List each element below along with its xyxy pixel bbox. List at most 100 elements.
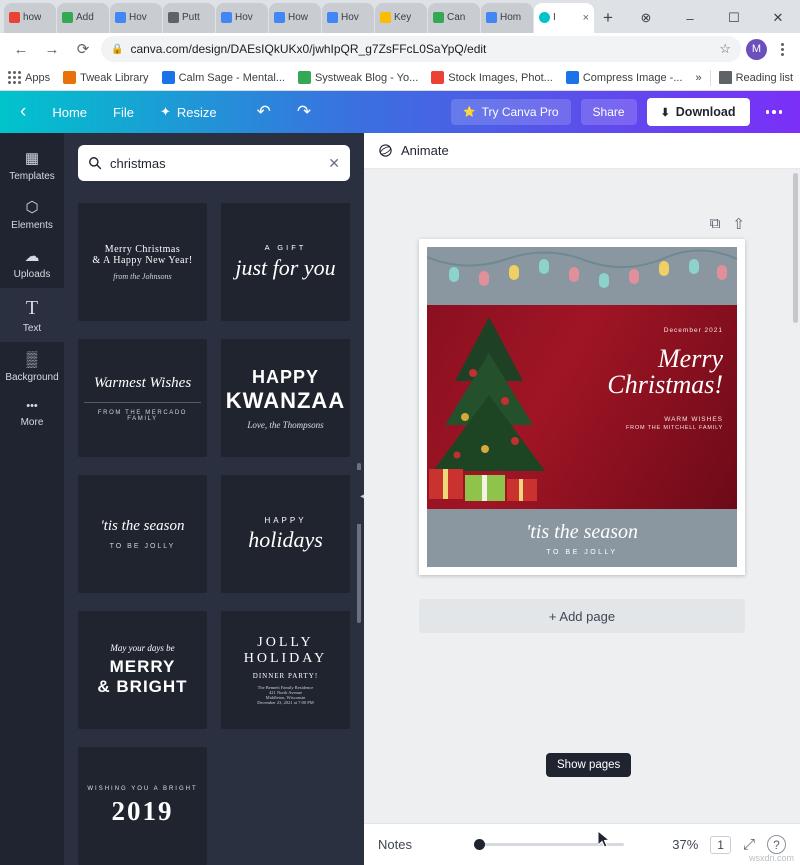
sidebar-item-elements[interactable]: ⬡ Elements bbox=[0, 190, 64, 239]
fullscreen-icon[interactable]: ⤢ bbox=[743, 836, 755, 853]
browser-tab[interactable]: Hov bbox=[322, 2, 374, 33]
back-to-home-icon[interactable]: ‹ bbox=[12, 97, 34, 127]
tab-favicon bbox=[168, 12, 179, 24]
redo-button[interactable]: ↷ bbox=[289, 98, 319, 126]
bookmark-item[interactable]: Calm Sage - Mental... bbox=[161, 71, 285, 85]
bookmark-star-icon[interactable]: ☆ bbox=[719, 41, 731, 57]
text-template-card[interactable]: 'tis the season TO BE JOLLY bbox=[78, 475, 207, 594]
back-button[interactable]: ← bbox=[8, 36, 34, 62]
card-line: from the Johnsons bbox=[113, 271, 172, 281]
share-page-icon[interactable]: ⇧ bbox=[732, 215, 745, 233]
address-bar[interactable]: 🔒 canva.com/design/DAEsIQkUKx0/jwhIpQR_g… bbox=[101, 36, 741, 63]
tab-strip: how Add Hov Putt Hov How Hov Key Can Hom… bbox=[0, 0, 800, 33]
browser-tab[interactable]: Key bbox=[375, 2, 427, 33]
close-window-button[interactable]: ✕ bbox=[756, 2, 800, 34]
record-indicator-icon[interactable]: ⊗ bbox=[624, 2, 668, 34]
sidebar-item-label: Background bbox=[5, 372, 59, 384]
duplicate-page-icon[interactable]: ⧉ bbox=[710, 215, 721, 233]
bookmark-item[interactable]: Systweak Blog - Yo... bbox=[297, 71, 418, 85]
tab-favicon bbox=[327, 12, 338, 24]
design-warm-1: WARM WISHES bbox=[664, 416, 723, 424]
notes-button[interactable]: Notes bbox=[378, 837, 412, 852]
browser-tab-active[interactable]: I × bbox=[534, 2, 594, 33]
browser-menu-button[interactable] bbox=[772, 42, 792, 56]
minimize-button[interactable]: – bbox=[668, 2, 712, 34]
bookmarks-overflow-icon[interactable]: » bbox=[695, 72, 701, 84]
reload-button[interactable]: ⟳ bbox=[70, 36, 96, 62]
text-template-card[interactable]: HAPPY KWANZAA Love, the Thompsons bbox=[221, 339, 350, 458]
clear-search-icon[interactable]: ✕ bbox=[328, 155, 340, 172]
text-template-card[interactable]: A GIFT just for you bbox=[221, 203, 350, 322]
tab-label: Hov bbox=[341, 12, 359, 24]
sidebar-item-more[interactable]: ••• More bbox=[0, 391, 64, 436]
new-tab-button[interactable]: + bbox=[595, 5, 621, 31]
card-line: JOLLY bbox=[257, 635, 314, 651]
editor-toolbar: Animate bbox=[364, 133, 800, 170]
add-page-button[interactable]: + Add page bbox=[419, 599, 745, 634]
text-template-card[interactable]: May your days be MERRY & BRIGHT bbox=[78, 611, 207, 730]
avatar[interactable]: M bbox=[746, 38, 767, 60]
left-rail: ▦ Templates ⬡ Elements ☁ Uploads T Text … bbox=[0, 133, 64, 865]
design-page[interactable]: December 2021 Merry Christmas! WARM WISH… bbox=[419, 239, 745, 576]
animate-icon bbox=[379, 144, 392, 157]
more-options-icon[interactable] bbox=[760, 104, 789, 120]
tab-favicon bbox=[380, 12, 391, 24]
try-canva-pro-button[interactable]: ⭐ Try Canva Pro bbox=[451, 99, 571, 126]
canvas-scroll-area: ⧉ ⇧ December 2021 Merry Christmas! WARM … bbox=[364, 169, 800, 823]
design-date: December 2021 bbox=[663, 327, 723, 335]
reading-list-button[interactable]: Reading list bbox=[718, 71, 793, 85]
sidebar-item-background[interactable]: ▒ Background bbox=[0, 342, 64, 391]
maximize-button[interactable]: ☐ bbox=[712, 2, 756, 34]
bookmark-item[interactable]: Compress Image -... bbox=[565, 71, 682, 85]
page-count[interactable]: 1 bbox=[710, 835, 731, 854]
browser-tab[interactable]: Hom bbox=[481, 2, 533, 33]
download-button[interactable]: ⬇ Download bbox=[646, 98, 750, 127]
bookmark-item[interactable]: Stock Images, Phot... bbox=[431, 71, 553, 85]
card-line: just for you bbox=[235, 255, 336, 281]
tab-label: Hom bbox=[500, 12, 522, 24]
undo-button[interactable]: ↶ bbox=[249, 98, 279, 126]
text-template-card[interactable]: Merry Christmas & A Happy New Year! from… bbox=[78, 203, 207, 322]
apps-grid-icon bbox=[8, 71, 21, 85]
site-icon bbox=[431, 71, 445, 85]
help-icon[interactable]: ? bbox=[767, 835, 786, 855]
browser-tab[interactable]: Hov bbox=[216, 2, 268, 33]
resize-button[interactable]: ✦ Resize bbox=[152, 100, 225, 124]
zoom-level[interactable]: 37% bbox=[672, 837, 698, 852]
canva-header: ‹ Home File ✦ Resize ↶ ↷ ⭐ Try Canva Pro… bbox=[0, 91, 800, 134]
tab-label: Putt bbox=[182, 12, 200, 24]
browser-tab[interactable]: Hov bbox=[110, 2, 162, 33]
sidebar-item-text[interactable]: T Text bbox=[0, 288, 64, 343]
elements-icon: ⬡ bbox=[25, 199, 39, 217]
browser-tab[interactable]: Putt bbox=[163, 2, 215, 33]
watermark: wsxdn.com bbox=[748, 853, 794, 864]
text-template-card[interactable]: Warmest Wishes FROM THE MERCADO FAMILY bbox=[78, 339, 207, 458]
sidebar-item-uploads[interactable]: ☁ Uploads bbox=[0, 239, 64, 288]
search-input[interactable]: christmas ✕ bbox=[78, 145, 350, 182]
close-icon[interactable]: × bbox=[583, 12, 589, 24]
bookmark-label: Calm Sage - Mental... bbox=[178, 71, 285, 84]
text-template-card[interactable]: HAPPY holidays bbox=[221, 475, 350, 594]
text-templates-panel: christmas ✕ Merry Christmas & A Happy Ne… bbox=[64, 133, 364, 865]
tab-label: Hov bbox=[235, 12, 253, 24]
browser-tab[interactable]: how bbox=[4, 2, 56, 33]
canva-app: ‹ Home File ✦ Resize ↶ ↷ ⭐ Try Canva Pro… bbox=[0, 91, 800, 865]
bookmark-label: Apps bbox=[25, 71, 51, 84]
browser-tab[interactable]: How bbox=[269, 2, 321, 33]
bookmark-item[interactable]: Tweak Library bbox=[63, 71, 149, 85]
file-menu[interactable]: File bbox=[105, 101, 142, 124]
browser-tab[interactable]: Can bbox=[428, 2, 480, 33]
home-button[interactable]: Home bbox=[44, 101, 95, 124]
text-template-card[interactable]: WISHING YOU A BRIGHT 2019 bbox=[78, 747, 207, 865]
sidebar-item-label: Elements bbox=[11, 220, 53, 232]
share-button[interactable]: Share bbox=[580, 99, 637, 126]
canvas-scrollbar[interactable] bbox=[793, 173, 798, 819]
window-controls: ⊗ – ☐ ✕ bbox=[624, 0, 800, 36]
text-template-card[interactable]: JOLLY HOLIDAY DINNER PARTY! The Bennett … bbox=[221, 611, 350, 730]
bookmark-apps[interactable]: Apps bbox=[8, 71, 51, 85]
collapse-panel-handle[interactable]: ◀ bbox=[356, 469, 364, 524]
animate-label[interactable]: Animate bbox=[401, 143, 449, 158]
browser-tab[interactable]: Add bbox=[57, 2, 109, 33]
forward-button[interactable]: → bbox=[39, 36, 65, 62]
sidebar-item-templates[interactable]: ▦ Templates bbox=[0, 141, 64, 190]
